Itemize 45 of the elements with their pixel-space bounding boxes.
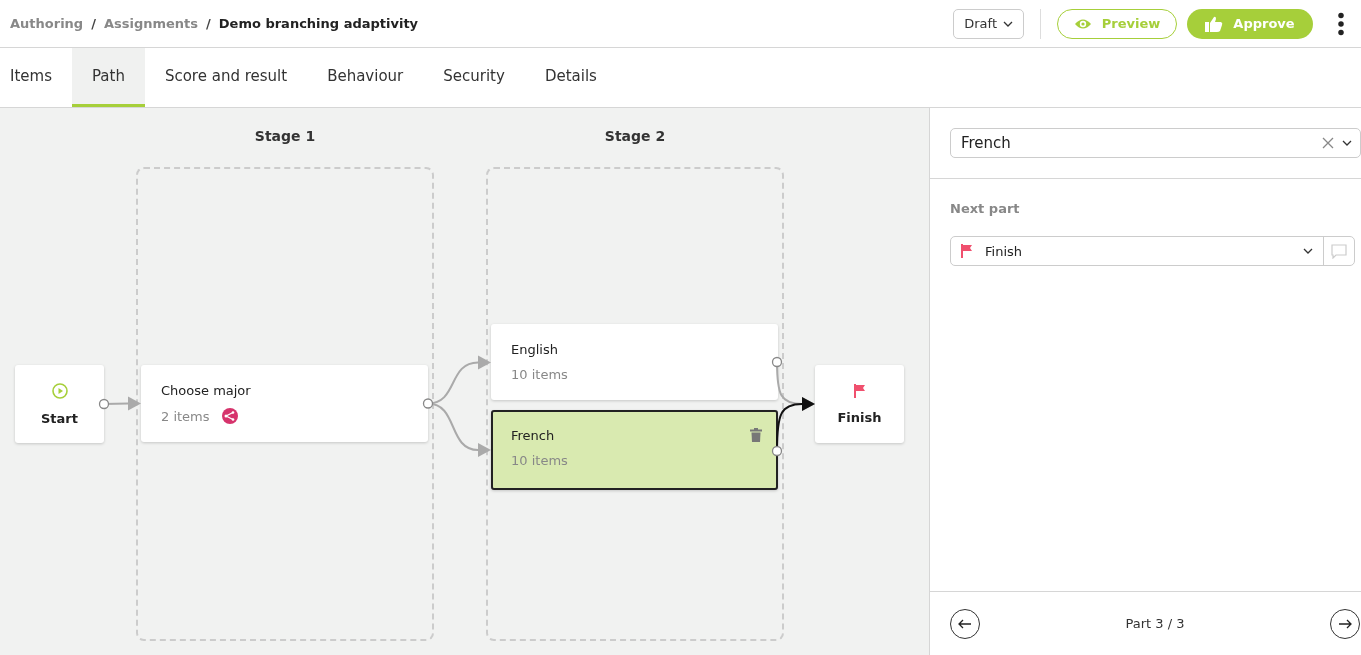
breadcrumb-separator: / (91, 16, 96, 31)
item-count: 10 items (511, 453, 568, 468)
part-node[interactable]: French 10 items (491, 410, 778, 490)
field-label: Next part (950, 201, 1021, 216)
stage-title: Stage 2 (603, 128, 667, 144)
branch-icon[interactable] (221, 408, 238, 424)
breadcrumb-link[interactable]: Authoring (10, 16, 84, 31)
flag-icon (961, 244, 973, 258)
chevron-down-icon[interactable] (1342, 140, 1352, 146)
eye-icon (1073, 17, 1092, 30)
arrow-right-icon (1338, 618, 1352, 629)
breadcrumb-link[interactable]: Assignments (103, 16, 199, 31)
speech-bubble-icon (1331, 243, 1347, 259)
next-button[interactable] (1330, 608, 1360, 639)
breadcrumb-separator: / (206, 16, 211, 31)
part-name: French (511, 428, 555, 443)
finish-node[interactable]: Finish (815, 365, 904, 443)
item-count: 10 items (511, 367, 568, 382)
start-node[interactable]: Start (15, 365, 104, 443)
part-counter: Part 3 / 3 (1125, 616, 1185, 631)
flag-icon (853, 383, 866, 398)
part-name: Choose major (161, 383, 251, 398)
thumbs-up-icon (1205, 15, 1224, 32)
item-count: 2 items (161, 408, 210, 424)
play-icon (51, 382, 68, 399)
tab[interactable]: Items (0, 48, 72, 107)
tab[interactable]: Score and result (144, 48, 308, 107)
trash-icon[interactable] (750, 428, 762, 442)
previous-button[interactable] (950, 608, 980, 639)
tab[interactable]: Path (71, 48, 145, 107)
tab[interactable]: Details (524, 48, 617, 107)
connection-port[interactable] (771, 445, 783, 457)
breadcrumb-current: Demo branching adaptivity (218, 16, 419, 31)
chevron-down-icon (1303, 248, 1313, 254)
part-node[interactable]: Choose major 2 items (141, 365, 428, 442)
part-name: English (511, 342, 558, 357)
tab[interactable]: Behaviour (307, 48, 424, 107)
tab[interactable]: Security (423, 48, 525, 107)
status-dropdown[interactable]: Draft (953, 8, 1024, 39)
part-node[interactable]: English 10 items (491, 324, 778, 400)
stage-title: Stage 1 (253, 128, 317, 144)
arrow-left-icon (958, 618, 972, 629)
part-select[interactable]: French (950, 128, 1361, 158)
chevron-down-icon (1003, 20, 1013, 27)
clear-icon[interactable] (1322, 137, 1334, 149)
